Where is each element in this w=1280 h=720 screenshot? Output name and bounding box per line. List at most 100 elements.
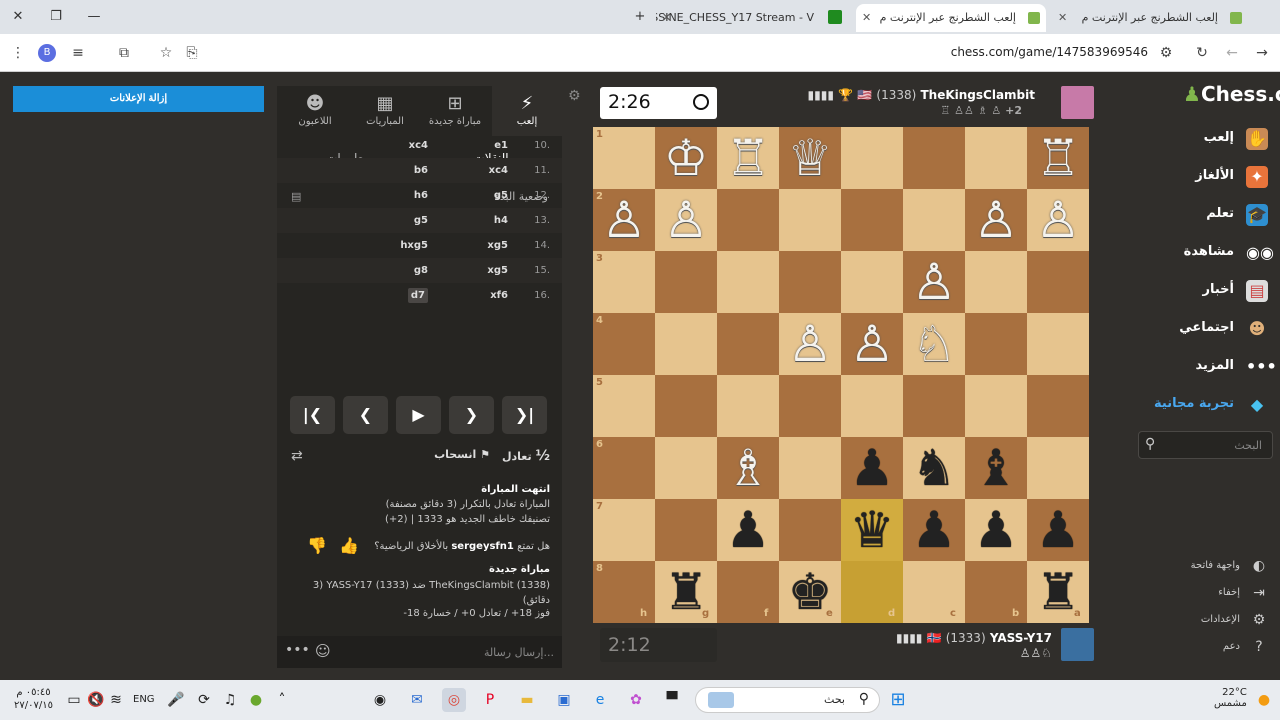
white-piece-icon[interactable]: ♙ <box>1027 189 1089 251</box>
board-square[interactable] <box>1027 437 1089 499</box>
browser-tab[interactable]: ✕ YASSINE_CHESS_Y17 Stream - V <box>656 4 826 32</box>
board-square[interactable] <box>965 251 1027 313</box>
bottom-player-name[interactable]: ▮▮▮▮ 🇳🇴 (1333) YASS-Y17 <box>896 631 1052 645</box>
battery-icon[interactable]: ▭ <box>62 688 86 712</box>
url-text[interactable]: chess.com/game/147583969546 <box>951 45 1148 59</box>
board-square[interactable] <box>841 127 903 189</box>
restore-window-icon[interactable]: ❐ <box>46 7 66 27</box>
profile-avatar[interactable]: B <box>38 44 56 62</box>
minimize-window-icon[interactable]: — <box>84 7 104 27</box>
language-indicator[interactable]: ENG <box>133 694 155 705</box>
next-move-button[interactable]: ❯ <box>449 396 494 434</box>
nav-settings[interactable]: ⚙ الإعدادات <box>1128 610 1268 632</box>
clock-area[interactable]: ٠٥:٤٥ م ٢٧/٠٧/١٥ <box>14 686 53 712</box>
flip-board-icon[interactable]: ⇄ <box>291 448 303 464</box>
white-move[interactable]: xg5 <box>487 265 508 276</box>
nav-support[interactable]: ? دعم <box>1128 637 1268 659</box>
emoji-icon[interactable]: ☺ <box>315 642 331 660</box>
outlook-icon[interactable]: ✉ <box>405 688 429 712</box>
top-player-name[interactable]: ▮▮▮▮ 🏆 🇺🇸 (1338) TheKingsClambit <box>808 88 1035 102</box>
board-square[interactable] <box>717 251 779 313</box>
chess-com-logo[interactable]: ♟Chess.com <box>1183 82 1280 106</box>
black-move[interactable]: b6 <box>414 165 428 176</box>
pinterest-icon[interactable]: P <box>478 688 502 712</box>
nav-free-trial[interactable]: ◆ تجربة مجانية <box>1128 390 1268 420</box>
gear-icon[interactable]: ⚙ <box>568 88 581 104</box>
board-square[interactable] <box>717 189 779 251</box>
board-square[interactable] <box>1027 251 1089 313</box>
chess-board[interactable]: ♔ ♖ ♕ ♖ ♙ ♙ ♙ ♙ ♙ ♙ ♙ ♘ ♗ ♟ ♞ ♝ ♟ ♛ ♟ ♟ ♟ ♜ ♚ ♜ 1 2 3 4 5 6 7 8 h g f e d c b a <box>593 127 1089 623</box>
nav-light-mode[interactable]: ◐ واجهة فاتحة <box>1128 556 1268 578</box>
nav-play[interactable]: ✋ إلعب <box>1128 124 1268 154</box>
remove-ads-button[interactable]: إزالة الإعلانات <box>13 86 264 112</box>
black-piece-icon[interactable]: ♟ <box>903 499 965 561</box>
white-move[interactable]: xc4 <box>489 165 508 176</box>
board-square[interactable] <box>903 375 965 437</box>
tab-games[interactable]: ▦ المباريات <box>350 86 420 136</box>
wifi-icon[interactable]: ≋ <box>104 688 128 712</box>
more-dots-icon[interactable]: ••• <box>285 642 310 658</box>
nav-more[interactable]: ••• المزيد <box>1128 352 1276 382</box>
browser-tab-active[interactable]: ✕ إلعب الشطرنج عبر الإنترنت م <box>856 4 1046 32</box>
black-piece-icon[interactable]: ♟ <box>717 499 779 561</box>
board-square[interactable] <box>779 189 841 251</box>
windows-start-icon[interactable]: ⊞ <box>886 688 910 712</box>
board-square[interactable] <box>841 251 903 313</box>
white-move[interactable]: e1 <box>494 140 508 151</box>
black-move[interactable]: g5 <box>414 215 428 226</box>
sidebar-icon[interactable]: ⎘ <box>182 43 202 63</box>
board-square[interactable] <box>841 375 903 437</box>
nav-puzzles[interactable]: ✦ الألغاز <box>1128 162 1268 192</box>
thumbs-down-icon[interactable]: 👎 <box>307 536 327 555</box>
browser-tab[interactable]: ✕ إلعب الشطرنج عبر الإنترنت م <box>1052 4 1248 32</box>
nav-social[interactable]: ☻ اجتماعي <box>1128 314 1268 344</box>
nav-watch[interactable]: ◉◉ مشاهدة <box>1128 238 1274 268</box>
board-square[interactable] <box>965 313 1027 375</box>
tab-new-game[interactable]: ⊞ مباراة جديدة <box>420 86 490 136</box>
board-square[interactable] <box>903 189 965 251</box>
board-square[interactable] <box>655 251 717 313</box>
prev-move-button[interactable]: ❮ <box>343 396 388 434</box>
black-move[interactable]: d7 <box>407 288 428 303</box>
board-square[interactable] <box>717 313 779 375</box>
play-button[interactable]: ▶ <box>396 396 441 434</box>
site-settings-icon[interactable]: ⚙ <box>1156 43 1176 63</box>
black-piece-icon[interactable]: ♟ <box>1027 499 1089 561</box>
show-hidden-icons[interactable]: ˄ <box>270 688 294 712</box>
copilot-icon[interactable]: ✿ <box>624 688 648 712</box>
board-square[interactable] <box>655 375 717 437</box>
file-explorer-icon[interactable]: ▬ <box>515 688 539 712</box>
board-square[interactable] <box>655 313 717 375</box>
task-view-icon[interactable]: ▀ <box>660 688 684 712</box>
menu-dots-icon[interactable]: ⋮ <box>8 43 28 63</box>
resign-button[interactable]: انسحاب ⚑ <box>434 448 490 461</box>
white-piece-icon[interactable]: ♙ <box>903 251 965 313</box>
black-piece-icon[interactable]: ♝ <box>965 437 1027 499</box>
black-move[interactable]: g8 <box>414 265 428 276</box>
top-player-avatar[interactable] <box>1061 86 1094 119</box>
search-input[interactable]: البحث ⚲ <box>1138 431 1273 459</box>
board-square[interactable] <box>779 437 841 499</box>
tab-close-icon[interactable]: ✕ <box>862 4 871 32</box>
black-move[interactable]: xc4 <box>409 140 428 151</box>
first-move-button[interactable]: |❮ <box>290 396 335 434</box>
close-window-icon[interactable]: ✕ <box>8 7 28 27</box>
board-square[interactable] <box>1027 375 1089 437</box>
nav-learn[interactable]: 🎓 تعلم <box>1128 200 1268 230</box>
black-piece-icon[interactable]: ♟ <box>965 499 1027 561</box>
app-tray-icon[interactable]: ● <box>244 688 268 712</box>
white-piece-icon[interactable]: ♖ <box>717 127 779 189</box>
board-square[interactable] <box>779 375 841 437</box>
store-icon[interactable]: ▣ <box>552 688 576 712</box>
nav-collapse[interactable]: ⇥ إخفاء <box>1128 583 1268 605</box>
black-piece-icon[interactable]: ♞ <box>903 437 965 499</box>
white-piece-icon[interactable]: ♘ <box>903 313 965 375</box>
board-square[interactable] <box>965 375 1027 437</box>
nav-news[interactable]: ▤ أخبار <box>1128 276 1268 306</box>
black-piece-icon[interactable]: ♛ <box>841 499 903 561</box>
board-square[interactable] <box>965 127 1027 189</box>
white-piece-icon[interactable]: ♙ <box>841 313 903 375</box>
board-square[interactable] <box>841 189 903 251</box>
tab-players[interactable]: ☻ اللاعبون <box>280 86 350 136</box>
draw-button[interactable]: تعادل ½ <box>502 448 550 464</box>
